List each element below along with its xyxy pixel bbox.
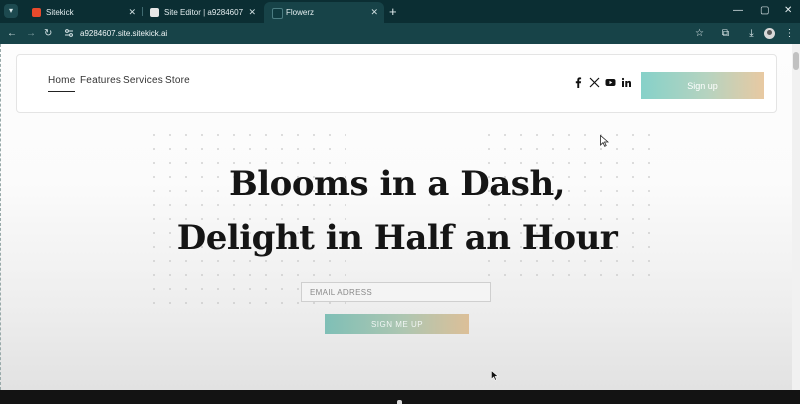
- download-icon[interactable]: ⤓: [746, 28, 757, 39]
- extensions-icon[interactable]: ⧉: [720, 28, 731, 39]
- page-scrollbar[interactable]: [792, 44, 800, 390]
- signup-button[interactable]: Sign up: [641, 72, 764, 99]
- tab-flowerz[interactable]: Flowerz ✕: [264, 2, 384, 23]
- scrollbar-thumb[interactable]: [793, 52, 799, 70]
- hero-title-line-1: Blooms in a Dash,: [228, 164, 566, 204]
- reload-icon[interactable]: ↻: [44, 23, 52, 44]
- close-tab-icon[interactable]: ✕: [248, 2, 256, 23]
- nav-services[interactable]: Services: [123, 75, 163, 86]
- bottom-indicator: [397, 400, 402, 404]
- back-icon[interactable]: ←: [7, 23, 17, 44]
- close-window-icon[interactable]: ✕: [784, 2, 792, 20]
- browser-tab-bar: ▾ Sitekick ✕ Site Editor | a9284607 ✕ Fl…: [0, 0, 800, 23]
- x-icon[interactable]: [589, 77, 600, 88]
- new-tab-button[interactable]: +: [389, 1, 397, 22]
- mouse-cursor-icon: [600, 135, 609, 147]
- site-header: Home Features Services Store Sign up: [16, 54, 777, 113]
- email-input[interactable]: [301, 282, 491, 302]
- bottom-bar: [0, 390, 800, 404]
- profile-avatar[interactable]: [764, 28, 775, 39]
- bookmark-star-icon[interactable]: ☆: [694, 28, 705, 39]
- hero-title-line-2: Delight in Half an Hour: [176, 218, 618, 258]
- address-bar[interactable]: a9284607.site.sitekick.ai: [80, 23, 167, 44]
- sign-me-up-button[interactable]: SIGN ME UP: [325, 314, 469, 334]
- nav-features[interactable]: Features: [80, 75, 121, 86]
- more-menu-icon[interactable]: ⋮: [784, 28, 795, 39]
- page-viewport: Home Features Services Store Sign up Blo…: [0, 44, 800, 390]
- maximize-icon[interactable]: ▢: [760, 2, 769, 20]
- nav-store[interactable]: Store: [165, 75, 190, 86]
- flowerz-favicon-icon: [272, 8, 283, 19]
- tab-site-editor[interactable]: Site Editor | a9284607 ✕: [142, 2, 262, 23]
- mouse-cursor-icon: [491, 370, 499, 381]
- youtube-icon[interactable]: [605, 77, 616, 88]
- browser-toolbar: ← → ↻ a9284607.site.sitekick.ai ☆ ⧉ ⤓ ⋮: [0, 23, 800, 44]
- close-tab-icon[interactable]: ✕: [128, 2, 136, 23]
- tab-sitekick[interactable]: Sitekick ✕: [24, 2, 142, 23]
- linkedin-icon[interactable]: [621, 77, 632, 88]
- minimize-icon[interactable]: —: [733, 2, 743, 20]
- forward-icon[interactable]: →: [26, 23, 36, 44]
- site-info-icon[interactable]: [64, 28, 74, 38]
- facebook-icon[interactable]: [573, 77, 584, 88]
- tab-search-icon[interactable]: ▾: [4, 4, 18, 18]
- close-tab-icon[interactable]: ✕: [370, 2, 378, 23]
- sitekick-favicon-icon: [32, 8, 41, 17]
- nav-home[interactable]: Home: [48, 75, 76, 92]
- editor-favicon-icon: [150, 8, 159, 17]
